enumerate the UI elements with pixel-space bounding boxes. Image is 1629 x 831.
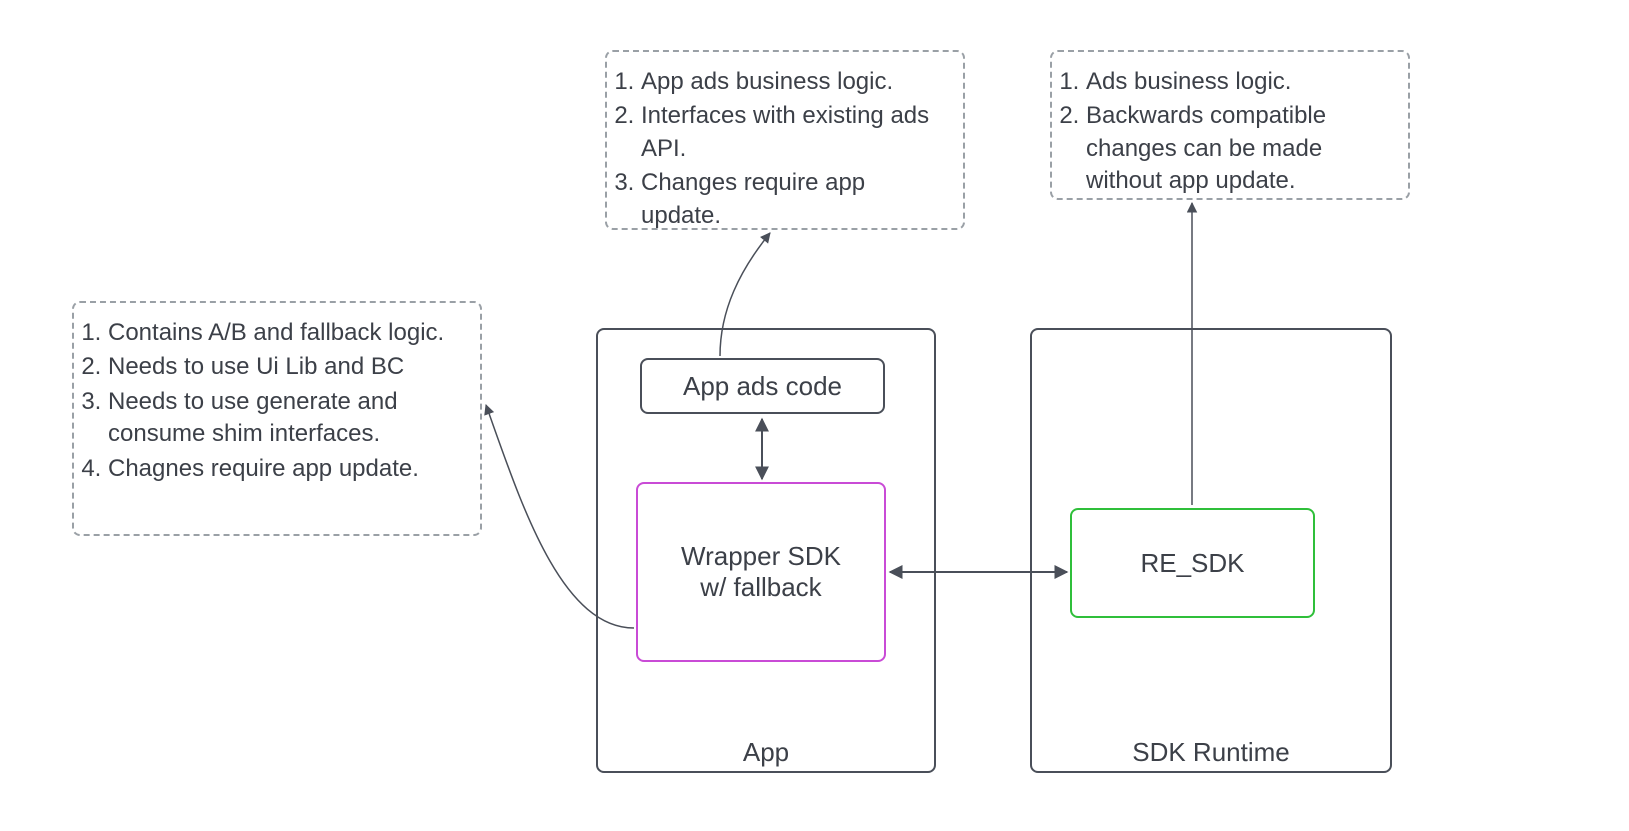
diagram-canvas: Contains A/B and fallback logic. Needs t… — [0, 0, 1629, 831]
container-app-title: App — [596, 737, 936, 768]
node-wrapper-sdk-line2: w/ fallback — [700, 572, 821, 603]
node-wrapper-sdk-line1: Wrapper SDK — [681, 541, 841, 572]
note-top-center: App ads business logic. Interfaces with … — [605, 50, 965, 230]
note-top-center-item: Interfaces with existing ads API. — [641, 100, 945, 165]
container-sdk-runtime-title: SDK Runtime — [1030, 737, 1392, 768]
note-left: Contains A/B and fallback logic. Needs t… — [72, 301, 482, 536]
note-top-right-item: Ads business logic. — [1086, 66, 1390, 98]
note-left-item: Chagnes require app update. — [108, 453, 462, 485]
node-app-ads-code-label: App ads code — [683, 371, 842, 402]
note-left-item: Contains A/B and fallback logic. — [108, 317, 462, 349]
node-re-sdk-label: RE_SDK — [1140, 548, 1244, 579]
note-left-item: Needs to use generate and consume shim i… — [108, 386, 462, 451]
note-top-right: Ads business logic. Backwards compatible… — [1050, 50, 1410, 200]
note-top-right-item: Backwards compatible changes can be made… — [1086, 100, 1390, 197]
note-top-center-item: Changes require app update. — [641, 167, 945, 232]
note-left-item: Needs to use Ui Lib and BC — [108, 351, 462, 383]
node-app-ads-code: App ads code — [640, 358, 885, 414]
node-wrapper-sdk: Wrapper SDK w/ fallback — [636, 482, 886, 662]
node-re-sdk: RE_SDK — [1070, 508, 1315, 618]
note-top-center-item: App ads business logic. — [641, 66, 945, 98]
